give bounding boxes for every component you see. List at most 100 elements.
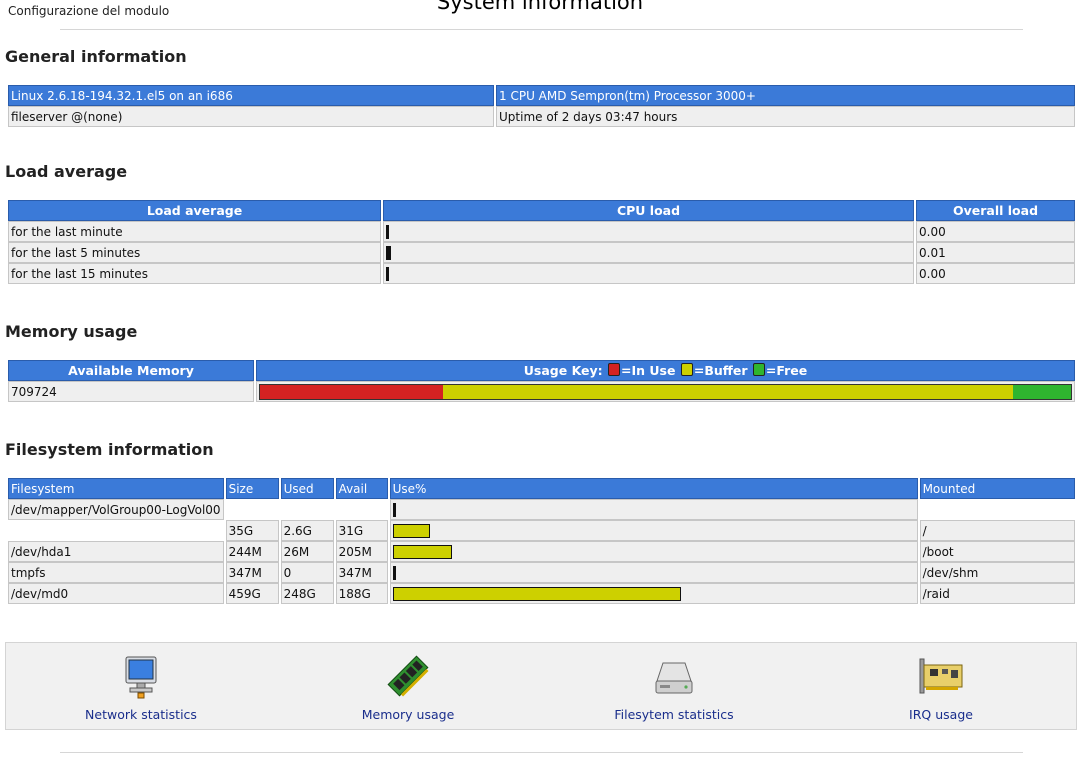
free-swatch-icon — [752, 363, 765, 376]
col-cpu-load: CPU load — [383, 200, 914, 221]
load-row: for the last 5 minutes 0.01 — [8, 242, 1075, 263]
cpu-model: 1 CPU AMD Sempron(tm) Processor 3000+ — [496, 85, 1075, 106]
hostname: fileserver @(none) — [8, 106, 494, 127]
network-statistics-link[interactable]: Network statistics — [41, 653, 241, 722]
os-version: Linux 2.6.18-194.32.1.el5 on an i686 — [8, 85, 494, 106]
load-average-table: Load average CPU load Overall load for t… — [6, 200, 1077, 284]
filesystem-info-title: Filesystem information — [5, 440, 214, 459]
fs-device: /dev/hda1 — [8, 541, 224, 562]
load-average-title: Load average — [5, 162, 128, 181]
fs-mount-point: / — [919, 520, 1075, 541]
filesystem-table: Filesystem Size Used Avail Use% Mounted … — [6, 478, 1077, 604]
fs-mount-point — [920, 499, 1075, 520]
network-statistics-label: Network statistics — [85, 707, 197, 722]
filesystem-statistics-link[interactable]: Filesytem statistics — [574, 653, 774, 722]
fs-avail: 31G — [335, 520, 388, 541]
fs-used: 26M — [280, 541, 334, 562]
fs-avail: 205M — [335, 541, 388, 562]
cpu-load-bar — [386, 266, 911, 281]
irq-usage-link[interactable]: IRQ usage — [841, 653, 1041, 722]
col-overall-load: Overall load — [916, 200, 1075, 221]
header-divider — [60, 29, 1023, 30]
load-row: for the last 15 minutes 0.00 — [8, 263, 1075, 284]
buffer-swatch-icon — [680, 363, 693, 376]
general-info-title: General information — [5, 47, 187, 66]
col-size: Size — [225, 478, 279, 499]
load-row: for the last minute 0.00 — [8, 221, 1075, 242]
memory-chip-icon — [387, 655, 429, 697]
free-key-label: =Free — [765, 363, 808, 378]
usage-key-label: Usage Key: — [523, 363, 603, 378]
usage-key-header: Usage Key: =In Use =Buffer =Free — [256, 360, 1075, 381]
fs-use-indicator — [392, 565, 396, 580]
col-filesystem: Filesystem — [8, 478, 224, 499]
fs-used: 0 — [280, 562, 334, 583]
filesystem-row: /dev/hda1 244M 26M 205M/boot — [8, 541, 1075, 562]
fs-use-fill — [392, 586, 681, 601]
filesystem-row: 35G 2.6G 31G / — [8, 520, 1075, 541]
fs-used — [281, 499, 334, 520]
fs-avail — [336, 499, 388, 520]
available-memory-value: 709724 — [8, 381, 254, 402]
fs-device: /dev/md0 — [8, 583, 224, 604]
col-load-average: Load average — [8, 200, 381, 221]
cpu-load-bar — [386, 224, 911, 239]
col-use-percent: Use% — [389, 478, 918, 499]
fs-use-bar — [392, 502, 915, 517]
load-period-label: for the last 15 minutes — [8, 263, 381, 284]
load-period-label: for the last 5 minutes — [8, 242, 381, 263]
memory-usage-bar — [259, 383, 1072, 400]
filesystem-row: /dev/mapper/VolGroup00-LogVol00 — [8, 499, 1075, 520]
fs-use-bar — [392, 544, 915, 559]
memory-usage-label: Memory usage — [361, 707, 455, 722]
fs-size: 459G — [225, 583, 279, 604]
irq-usage-label: IRQ usage — [909, 707, 973, 722]
fs-avail: 188G — [335, 583, 388, 604]
cpu-load-cell — [383, 263, 914, 284]
fs-mount-point: /raid — [919, 583, 1075, 604]
footer-divider — [60, 752, 1023, 753]
fs-mount-point: /dev/shm — [919, 562, 1075, 583]
fs-use-bar — [392, 523, 915, 538]
cpu-load-indicator — [386, 266, 389, 281]
filesystem-row: /dev/md0 459G 248G 188G/raid — [8, 583, 1075, 604]
cpu-load-cell — [383, 221, 914, 242]
general-info-table: Linux 2.6.18-194.32.1.el5 on an i686 1 C… — [6, 85, 1077, 127]
cpu-load-indicator — [386, 245, 391, 260]
col-avail: Avail — [335, 478, 388, 499]
uptime: Uptime of 2 days 03:47 hours — [496, 106, 1075, 127]
load-period-label: for the last minute — [8, 221, 381, 242]
fs-avail: 347M — [335, 562, 388, 583]
cpu-load-bar — [386, 245, 911, 260]
overall-load-value: 0.01 — [916, 242, 1075, 263]
fs-device: /dev/mapper/VolGroup00-LogVol00 — [8, 499, 224, 520]
fs-size: 347M — [225, 562, 279, 583]
page-title: System information — [436, 0, 644, 14]
fs-use-cell — [389, 562, 918, 583]
memory-usage-link[interactable]: Memory usage — [308, 653, 508, 722]
fs-device: tmpfs — [8, 562, 224, 583]
memory-bar-cell — [256, 381, 1075, 402]
in-use-swatch-icon — [608, 363, 621, 376]
col-available-memory: Available Memory — [8, 360, 254, 381]
fs-used: 248G — [280, 583, 334, 604]
fs-use-cell — [389, 541, 918, 562]
memory-free-segment — [1012, 384, 1071, 399]
fs-size — [226, 499, 279, 520]
in-use-key-label: =In Use — [621, 363, 676, 378]
memory-buffer-segment — [443, 384, 1013, 399]
cpu-load-cell — [383, 242, 914, 263]
memory-in-use-segment — [260, 384, 444, 399]
col-mounted: Mounted — [919, 478, 1075, 499]
footer-nav-panel: Network statistics Memory usage Filesyte… — [5, 642, 1077, 730]
cpu-load-indicator — [386, 224, 389, 239]
memory-usage-title: Memory usage — [5, 322, 138, 341]
expansion-card-icon — [919, 658, 963, 694]
fs-used: 2.6G — [280, 520, 334, 541]
fs-use-indicator — [392, 502, 396, 517]
hard-drive-icon — [655, 662, 693, 694]
memory-usage-table: Available Memory Usage Key: =In Use =Buf… — [6, 360, 1077, 402]
fs-mount-point: /boot — [919, 541, 1075, 562]
fs-use-fill — [392, 544, 452, 559]
fs-size: 35G — [225, 520, 279, 541]
